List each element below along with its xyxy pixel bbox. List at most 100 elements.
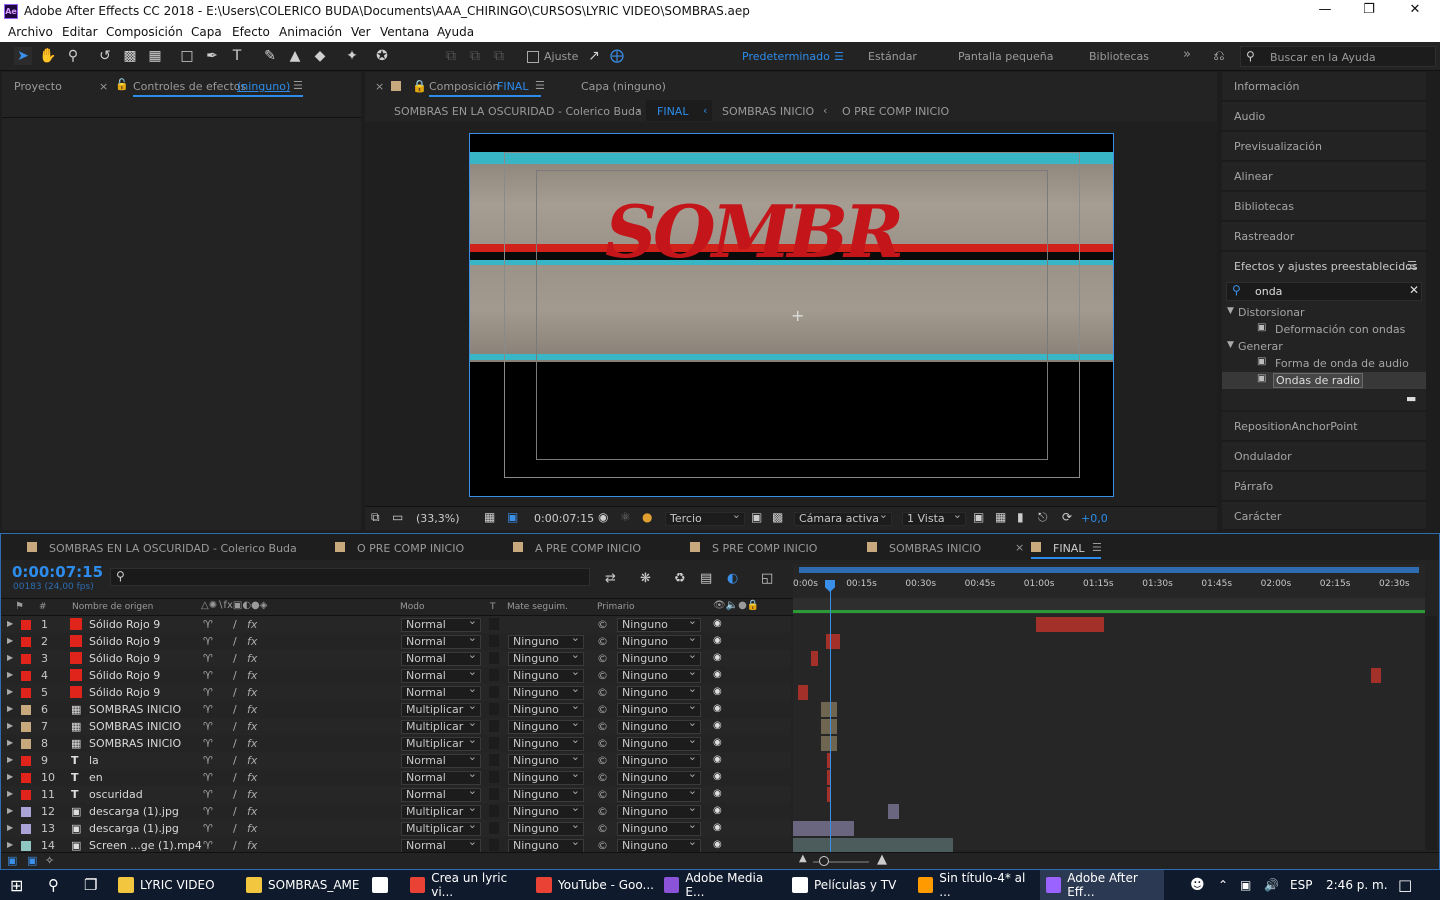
expand-triangle-icon[interactable]: ▶ [7,653,13,662]
layer-name[interactable]: descarga (1).jpg [89,805,179,818]
panel-caracter[interactable]: Carácter [1222,502,1426,530]
volume-icon[interactable]: 🔊 [1258,870,1279,900]
pickwhip-icon[interactable]: © [597,618,608,631]
mode-dropdown[interactable]: Normal [401,785,481,802]
eye-icon[interactable]: ◉ [713,618,722,629]
timeline-tab-o-pre-comp[interactable]: O PRE COMP INICIO [357,542,464,555]
track-matte-dropdown[interactable]: Ninguno [508,819,584,836]
mode-dropdown[interactable]: Normal [401,768,481,785]
taskbar-app[interactable] [366,870,398,900]
quality-switch-icon[interactable]: / [233,635,237,648]
fx-switch-icon[interactable]: fx [247,822,257,835]
label-color-swatch[interactable] [21,722,31,732]
preserve-transparency-toggle[interactable] [489,822,499,834]
pen-tool-icon[interactable]: ✒ [203,47,221,65]
layer-name[interactable]: SOMBRAS INICIO [89,737,181,750]
layer-name[interactable]: Screen ...ge (1).mp4 [89,839,202,852]
zoom-slider-handle[interactable] [819,856,829,866]
clone-stamp-tool-icon[interactable]: ▲ [286,47,304,65]
pan-behind-tool-icon[interactable]: ▦ [146,47,164,65]
parent-dropdown[interactable]: Ninguno [617,615,701,632]
quality-switch-icon[interactable]: / [233,669,237,682]
shy-switch-icon[interactable]: ♈ [203,754,213,767]
menu-archivo[interactable]: Archivo [8,25,53,39]
minimize-button[interactable]: — [1302,2,1348,17]
eye-icon[interactable]: ◉ [713,720,722,731]
parent-dropdown[interactable]: Ninguno [617,768,701,785]
quality-switch-icon[interactable]: / [233,703,237,716]
layer-name[interactable]: la [89,754,99,767]
menu-capa[interactable]: Capa [191,25,222,39]
viewer-timecode[interactable]: 0:00:07:15 [534,512,594,525]
3d-view-icon[interactable]: ▣ [973,510,984,524]
comp-tab-label[interactable]: Composición [429,80,499,93]
selection-tool-icon[interactable]: ➤ [14,47,32,65]
eye-icon[interactable]: ◉ [713,771,722,782]
shy-switch-icon[interactable]: ♈ [203,686,213,699]
layer-name[interactable]: oscuridad [89,788,143,801]
parent-dropdown[interactable]: Ninguno [617,717,701,734]
puppet-tool-icon[interactable]: ✪ [373,47,391,65]
mode-dropdown[interactable]: Normal [401,615,481,632]
rotate-tool-icon[interactable]: ↺ [96,47,114,65]
workspace-estandar[interactable]: Estándar [868,50,917,63]
pickwhip-icon[interactable]: © [597,669,608,682]
layer-row[interactable]: ▶ 3 Sólido Rojo 9 ♈ / fx Normal Ninguno © Ninguno… [1,649,791,667]
expand-triangle-icon[interactable]: ▶ [7,670,13,679]
new-folder-icon[interactable]: ▬ [1406,392,1416,405]
expand-triangle-icon[interactable]: ▶ [7,636,13,645]
view-axis-icon[interactable]: ⧉ [490,47,508,65]
maximize-button[interactable]: ❐ [1346,2,1392,17]
layer-duration-bar[interactable] [793,821,854,836]
pickwhip-icon[interactable]: © [597,635,608,648]
eye-icon[interactable]: ◉ [713,805,722,816]
help-search-box[interactable]: ⚲ Buscar en la Ayuda [1240,46,1436,67]
eye-icon[interactable]: ◉ [713,703,722,714]
task-view-icon[interactable]: ❐ [78,870,108,900]
track-matte-dropdown[interactable]: Ninguno [508,734,584,751]
notifications-icon[interactable]: □ [1392,870,1412,900]
taskbar-app[interactable]: Películas y TV [786,870,910,900]
pickwhip-icon[interactable]: © [597,720,608,733]
pickwhip-icon[interactable]: © [597,737,608,750]
type-tool-icon[interactable]: T [228,47,246,65]
layer-name[interactable]: SOMBRAS INICIO [89,703,181,716]
preserve-transparency-toggle[interactable] [489,805,499,817]
pickwhip-icon[interactable]: © [597,805,608,818]
expand-triangle-icon[interactable]: ▼ [1227,306,1234,316]
layer-name[interactable]: en [89,771,103,784]
layer-duration-bar[interactable] [1370,668,1381,683]
mode-dropdown[interactable]: Normal [401,683,481,700]
eraser-tool-icon[interactable]: ◆ [311,47,329,65]
quality-switch-icon[interactable]: / [233,652,237,665]
shy-switch-icon[interactable]: ♈ [203,635,213,648]
reset-exposure-icon[interactable]: ⟳ [1062,510,1072,524]
parent-dropdown[interactable]: Ninguno [617,734,701,751]
quality-switch-icon[interactable]: / [233,686,237,699]
layer-row[interactable]: ▶ 2 Sólido Rojo 9 ♈ / fx Normal Ninguno © Ninguno… [1,632,791,650]
draft-3d-icon[interactable]: ❋ [640,571,651,586]
track-matte-dropdown[interactable]: Ninguno [508,717,584,734]
pickwhip-icon[interactable]: © [597,754,608,767]
start-button[interactable]: ⊞ [4,870,40,900]
label-color-swatch[interactable] [21,671,31,681]
always-preview-icon[interactable]: ⧉ [371,510,380,525]
panel-menu-icon[interactable]: ☰ [535,79,545,92]
quality-switch-icon[interactable]: / [233,805,237,818]
category-generar[interactable]: Generar [1238,340,1283,353]
eye-icon[interactable]: ◉ [713,686,722,697]
snap-icon[interactable]: ↗ [585,47,603,65]
label-color-swatch[interactable] [21,841,31,851]
quality-switch-icon[interactable]: / [233,839,237,852]
layer-duration-bar[interactable] [810,651,818,666]
timeline-tab-sombras-oscuridad[interactable]: SOMBRAS EN LA OSCURIDAD - Colerico Buda [49,542,297,555]
expand-triangle-icon[interactable]: ▶ [7,738,13,747]
clock[interactable]: 2:46 p. m. [1320,870,1388,900]
layer-row[interactable]: ▶ 7 ▦ SOMBRAS INICIO ♈ / fx Multiplicar Ninguno ©… [1,717,791,735]
menu-ver[interactable]: Ver [351,25,371,39]
timeline-tab-final[interactable]: FINAL [1053,542,1084,555]
taskbar-app[interactable]: Adobe After Eff... [1040,870,1164,900]
menu-editar[interactable]: Editar [62,25,98,39]
layer-row[interactable]: ▶ 13 ▣ descarga (1).jpg ♈ / fx Multiplicar Ningu… [1,819,791,837]
expand-triangle-icon[interactable]: ▶ [7,789,13,798]
